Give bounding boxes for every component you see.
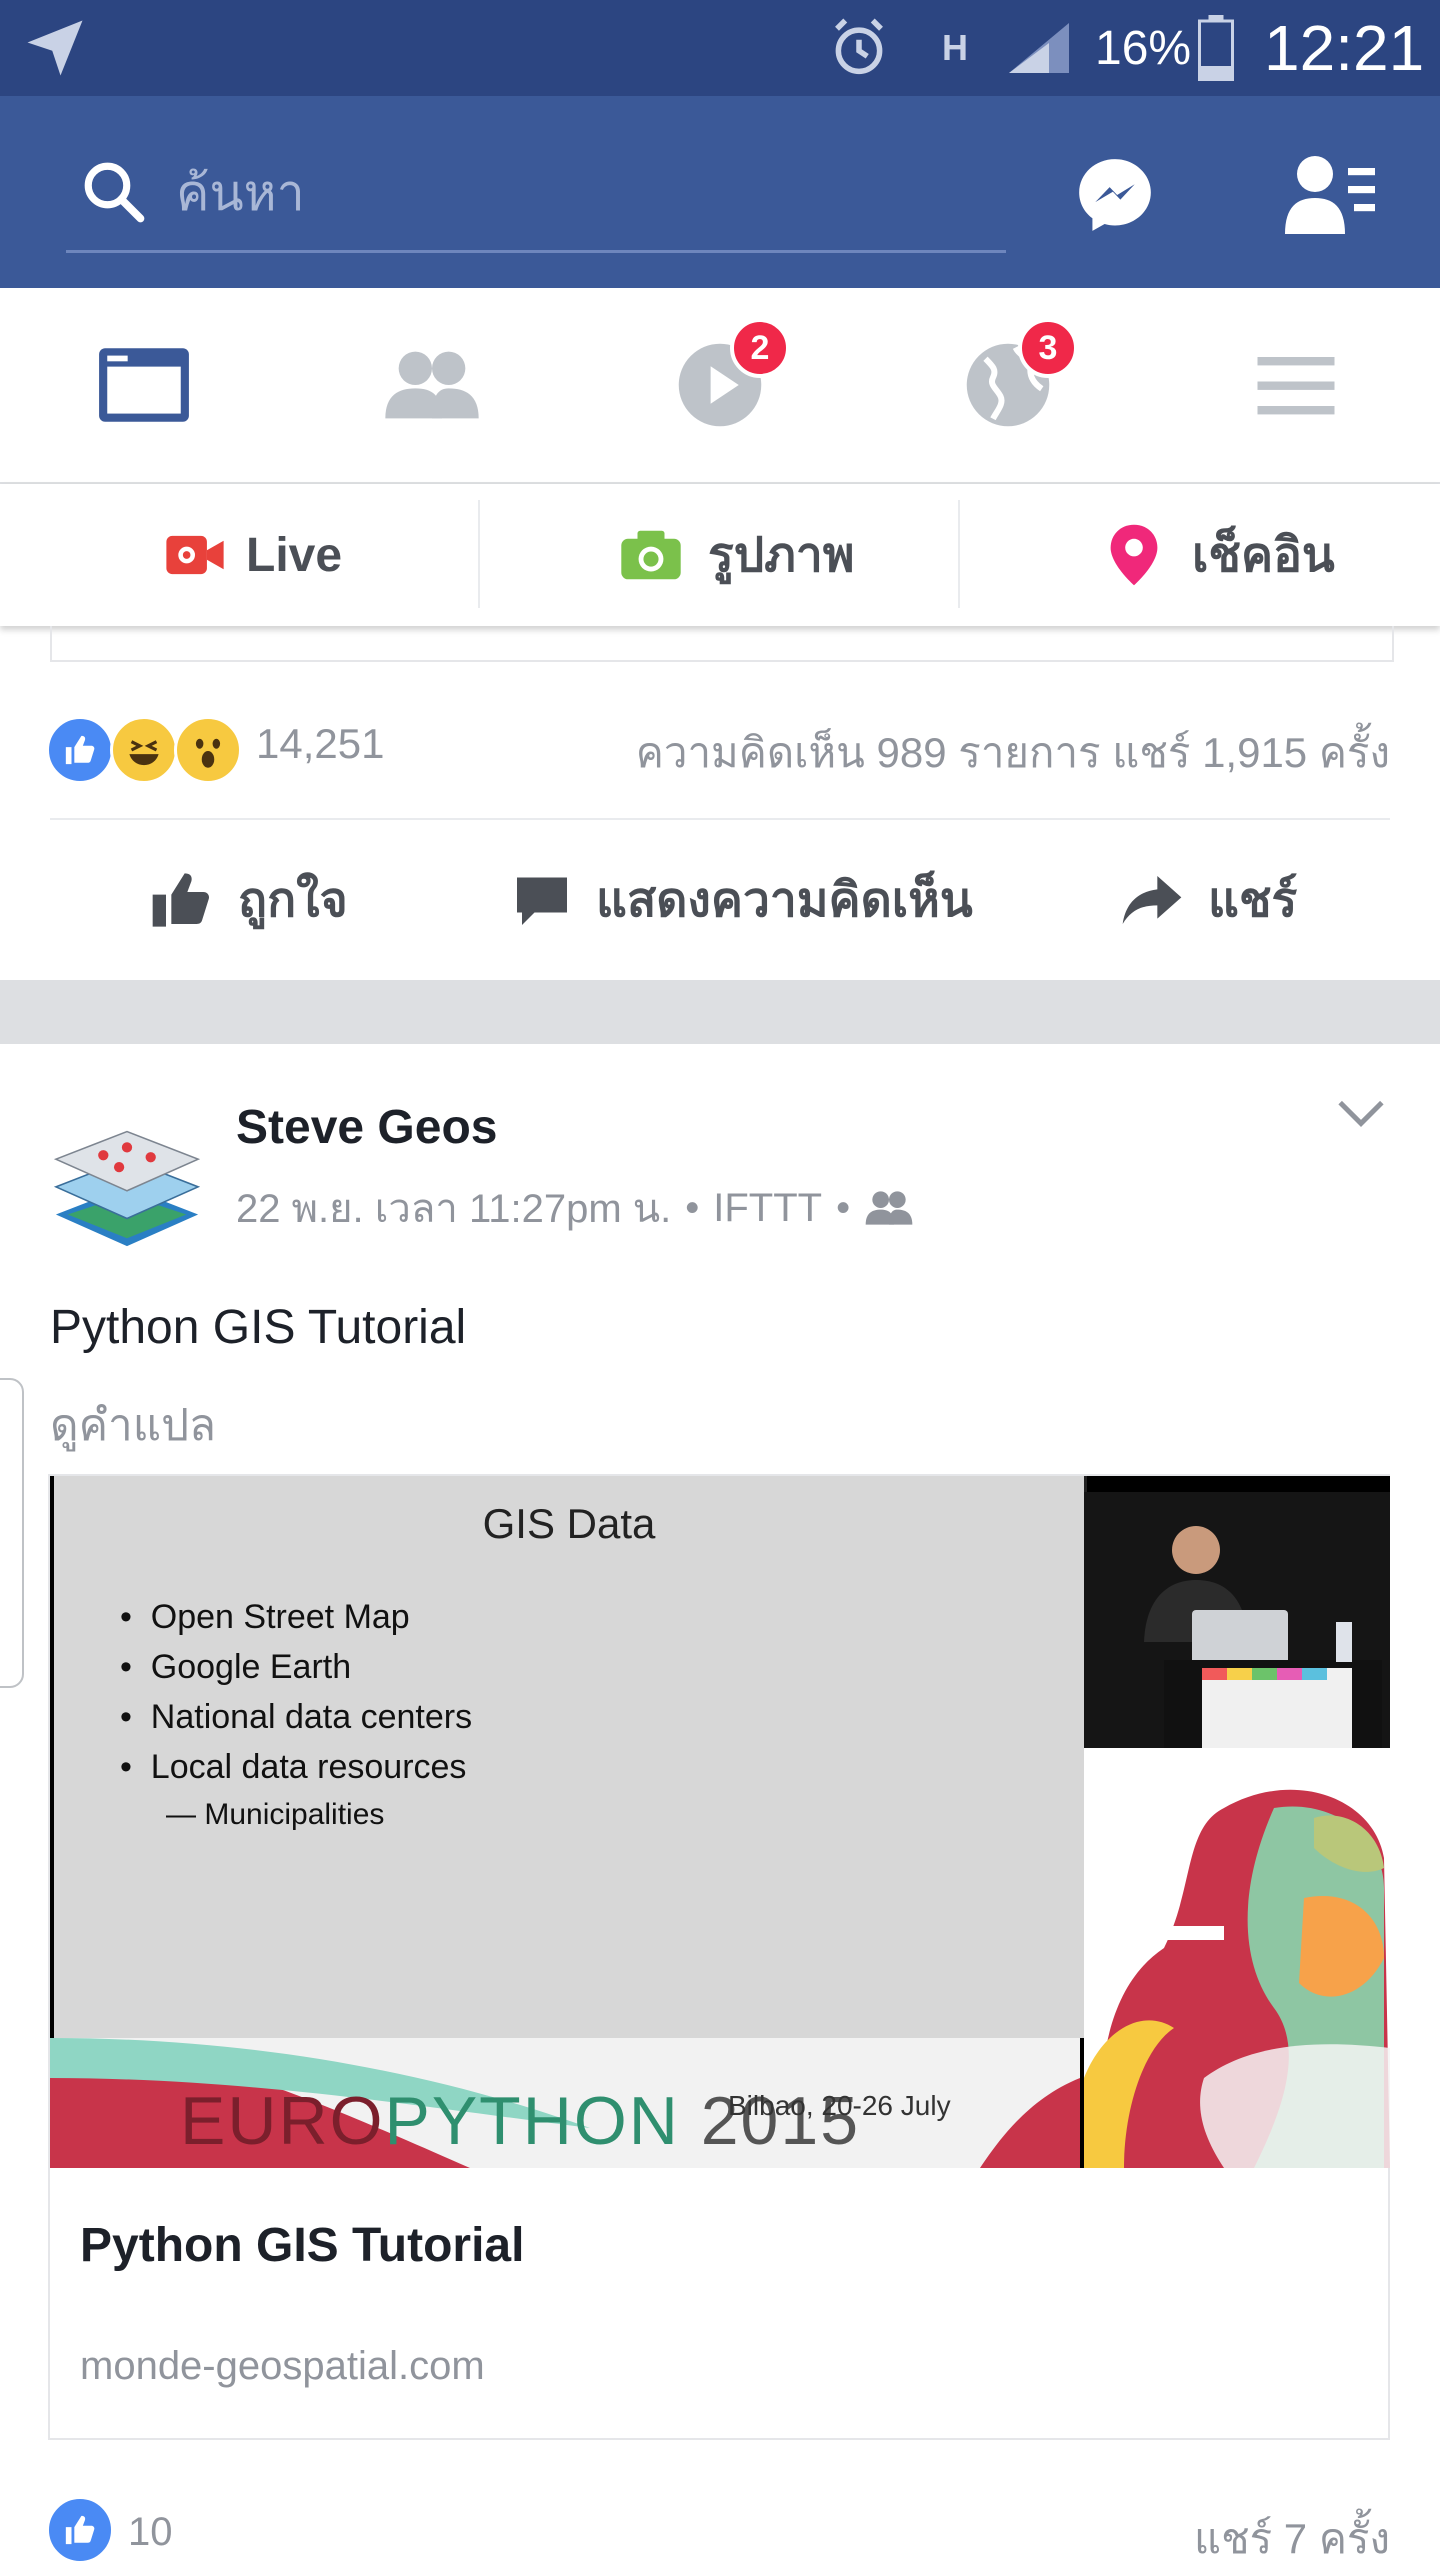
previous-card-edge — [50, 626, 1394, 662]
thumbs-up-icon — [152, 873, 210, 927]
chevron-down-icon[interactable] — [1336, 1096, 1386, 1135]
tab-notifications[interactable]: 3 — [864, 288, 1152, 482]
status-bar: H 16% 12:21 — [0, 0, 1440, 96]
comment-icon — [517, 877, 567, 925]
comment-share-stats[interactable]: ความคิดเห็น 989 รายการ แชร์ 1,915 ครั้ง — [636, 720, 1390, 786]
photo-label: รูปภาพ — [708, 529, 855, 582]
search-underline — [66, 250, 1006, 253]
alarm-icon — [826, 0, 892, 96]
post-divider — [50, 818, 1390, 820]
feed-separator — [0, 980, 1440, 1044]
post-timestamp[interactable]: 22 พ.ย. เวลา 11:27pm น. — [236, 1176, 671, 1240]
post-source[interactable]: IFTTT — [713, 1186, 822, 1231]
checkin-button[interactable]: เช็คอิน — [1106, 484, 1335, 626]
post-meta: 22 พ.ย. เวลา 11:27pm น. • IFTTT • — [236, 1176, 914, 1240]
network-type: H — [942, 27, 968, 68]
friends-audience-icon — [865, 1191, 913, 1225]
slide-bullet: • Open Street Map — [120, 1598, 410, 1636]
search-icon[interactable] — [80, 158, 146, 229]
slide-bullet: • National data centers — [120, 1698, 473, 1736]
friend-requests-icon[interactable] — [1282, 150, 1378, 245]
see-translation-link[interactable]: ดูคำแปล — [50, 1390, 216, 1460]
search-input[interactable] — [176, 158, 976, 228]
composer-divider — [958, 500, 960, 608]
wow-reaction-icon — [174, 716, 242, 784]
comment-button[interactable]: แสดงความคิดเห็น — [512, 840, 973, 960]
side-drawer-handle[interactable] — [0, 1378, 24, 1688]
tab-video[interactable]: 2 — [576, 288, 864, 482]
share-count[interactable]: แชร์ 7 ครั้ง — [1194, 2506, 1390, 2572]
video-badge: 2 — [730, 318, 790, 378]
haha-reaction-icon — [110, 716, 178, 784]
slide-bullet: • Google Earth — [120, 1648, 352, 1686]
tab-menu[interactable] — [1152, 288, 1440, 482]
live-video-icon — [166, 535, 224, 575]
like-label: ถูกใจ — [238, 874, 348, 927]
photo-button[interactable]: รูปภาพ — [618, 484, 854, 626]
notifications-badge: 3 — [1018, 318, 1078, 378]
share-arrow-icon — [1122, 876, 1182, 924]
comment-label: แสดงความคิดเห็น — [596, 874, 973, 927]
slide-bullet: • Local data resources — [120, 1748, 467, 1786]
europython-logo — [1084, 1748, 1390, 2168]
live-label: Live — [246, 528, 343, 582]
like-button[interactable]: ถูกใจ — [150, 840, 348, 960]
link-domain: monde-geospatial.com — [80, 2344, 485, 2388]
event-location-date: Bilbao, 20-26 July — [728, 2090, 951, 2121]
speaker-video — [1084, 1492, 1390, 1748]
meta-dot: • — [836, 1185, 851, 1230]
author-avatar[interactable] — [48, 1096, 206, 1254]
checkin-label: เช็คอิน — [1192, 529, 1335, 582]
composer-divider — [478, 500, 480, 608]
like-reaction-icon — [46, 2496, 114, 2564]
tab-news-feed[interactable] — [0, 288, 288, 482]
friends-icon — [385, 351, 479, 419]
share-button[interactable]: แชร์ — [1120, 840, 1297, 960]
meta-dot: • — [685, 1185, 700, 1230]
share-label: แชร์ — [1208, 874, 1298, 927]
slide-sub-bullet: — Municipalities — [166, 1798, 385, 1831]
news-feed-icon — [99, 348, 189, 422]
location-pin-icon — [1110, 524, 1158, 586]
like-reaction-icon — [46, 716, 114, 784]
like-count[interactable]: 10 — [128, 2510, 173, 2555]
signal-icon — [1004, 0, 1074, 96]
link-title[interactable]: Python GIS Tutorial — [80, 2218, 524, 2273]
camera-icon — [621, 530, 681, 580]
battery-icon — [1196, 0, 1236, 96]
clock: 12:21 — [1264, 12, 1425, 84]
hamburger-menu-icon — [1257, 357, 1335, 415]
post-text: Python GIS Tutorial — [50, 1301, 467, 1354]
battery-percent: 16% — [1095, 21, 1192, 75]
author-name[interactable]: Steve Geos — [236, 1100, 497, 1155]
slide-title: GIS Data — [482, 1500, 656, 1547]
messenger-icon[interactable] — [1072, 152, 1158, 243]
live-button[interactable]: Live — [164, 484, 342, 626]
location-arrow-icon — [22, 0, 88, 96]
reaction-count[interactable]: 14,251 — [256, 720, 384, 768]
tab-friends[interactable] — [288, 288, 576, 482]
